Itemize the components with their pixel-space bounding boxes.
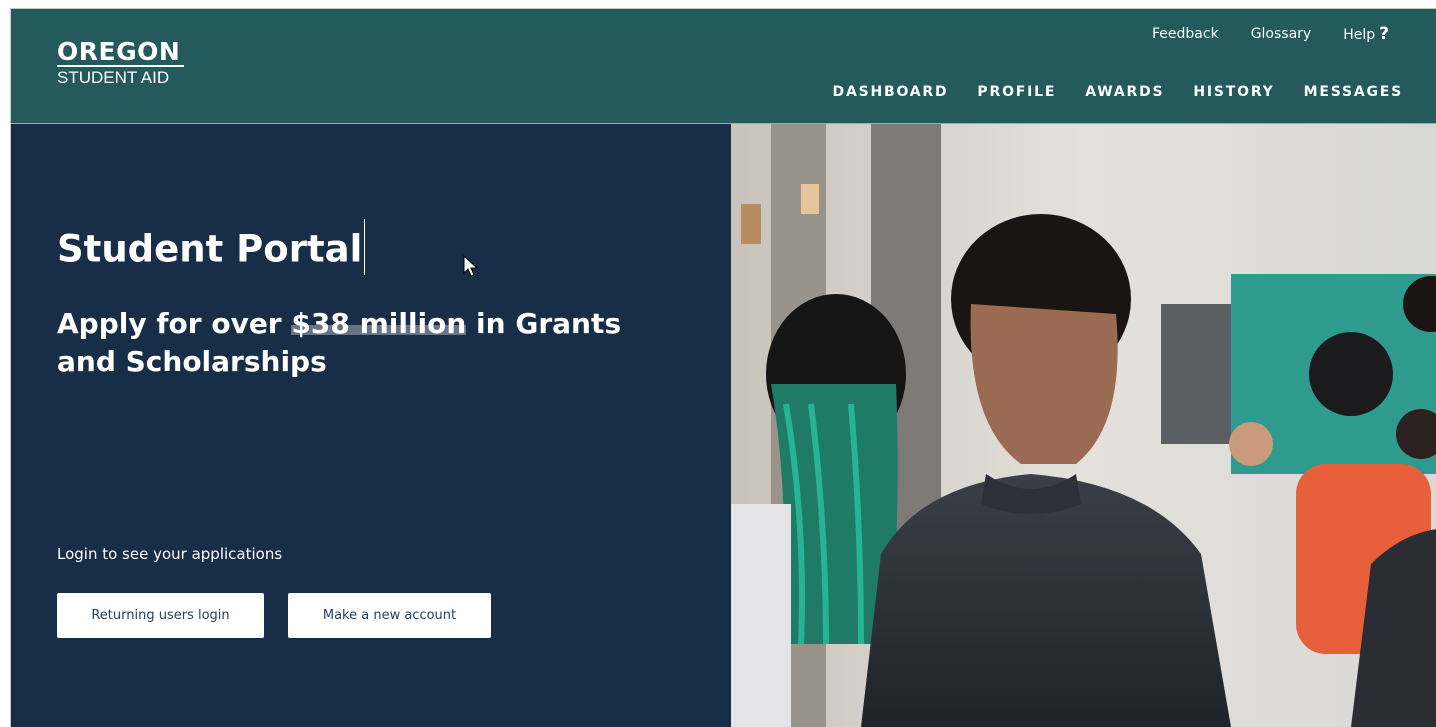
main-nav: DASHBOARD PROFILE AWARDS HISTORY MESSAGE… (833, 84, 1403, 100)
help-link[interactable]: Help? (1343, 24, 1389, 44)
mouse-pointer-icon (463, 255, 479, 277)
browser-viewport: OREGON STUDENT AID Feedback Glossary Hel… (10, 8, 1436, 727)
nav-awards[interactable]: AWARDS (1085, 84, 1164, 100)
page-title-text: Student Portal (57, 227, 363, 271)
hero-subtitle: Apply for over $38 million in Grants and… (57, 305, 677, 381)
question-mark-icon: ? (1379, 24, 1389, 44)
page-title: Student Portal (57, 219, 366, 279)
make-new-account-button[interactable]: Make a new account (288, 593, 491, 638)
students-in-lecture-hall-photo (731, 124, 1436, 727)
login-prompt: Login to see your applications (57, 545, 283, 563)
glossary-link[interactable]: Glossary (1251, 26, 1312, 42)
text-caret (364, 219, 366, 275)
subtitle-amount: $38 million (291, 307, 467, 340)
utility-nav: Feedback Glossary Help? (1152, 24, 1389, 44)
nav-profile[interactable]: PROFILE (977, 84, 1056, 100)
feedback-link[interactable]: Feedback (1152, 26, 1219, 42)
logo-line-oregon: OREGON (57, 39, 184, 67)
oregon-student-aid-logo[interactable]: OREGON STUDENT AID (57, 39, 184, 86)
logo-line-student-aid: STUDENT AID (57, 68, 170, 87)
nav-dashboard[interactable]: DASHBOARD (833, 84, 949, 100)
subtitle-pre: Apply for over (57, 307, 292, 340)
returning-users-login-button[interactable]: Returning users login (57, 593, 264, 638)
nav-messages[interactable]: MESSAGES (1304, 84, 1403, 100)
site-header: OREGON STUDENT AID Feedback Glossary Hel… (11, 9, 1436, 124)
help-link-label: Help (1343, 27, 1376, 43)
nav-history[interactable]: HISTORY (1193, 84, 1274, 100)
